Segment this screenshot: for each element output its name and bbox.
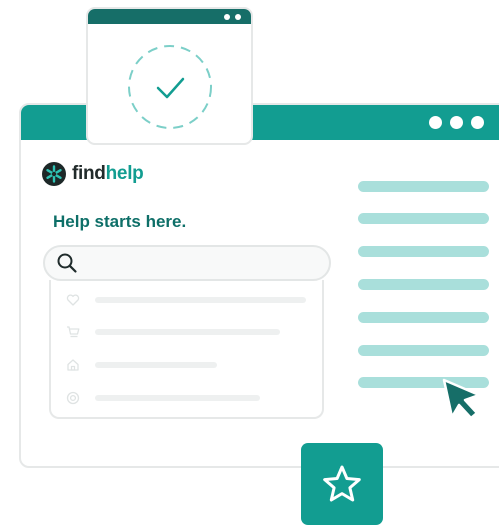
logo-word-help: help: [105, 163, 144, 184]
window-control-dot[interactable]: [235, 13, 241, 20]
search-input[interactable]: [43, 245, 331, 281]
heart-icon: [66, 294, 80, 306]
confirmation-window: [86, 7, 253, 145]
list-item-placeholder: [95, 395, 260, 401]
confirmation-window-title-bar: [88, 9, 251, 24]
star-icon: [323, 465, 361, 502]
list-item[interactable]: [66, 391, 260, 405]
content-line: [358, 345, 489, 356]
list-item-placeholder: [95, 362, 217, 368]
window-controls: [429, 105, 499, 140]
logo-word-find: find: [72, 163, 106, 184]
list-item[interactable]: [66, 325, 280, 339]
content-line: [358, 312, 489, 323]
content-line: [358, 246, 489, 257]
list-item-placeholder: [95, 297, 306, 303]
window-control-dot[interactable]: [471, 116, 484, 129]
logo-wordmark: findhelp: [72, 163, 144, 185]
window-control-dot[interactable]: [429, 116, 442, 129]
page-tagline: Help starts here.: [53, 212, 187, 231]
search-suggestions-dropdown: [49, 280, 324, 419]
list-item[interactable]: [66, 358, 217, 372]
findhelp-logo-mark-icon: [42, 162, 66, 186]
window-control-dot[interactable]: [450, 116, 463, 129]
findhelp-logo[interactable]: findhelp: [42, 162, 144, 186]
search-icon[interactable]: [56, 252, 78, 274]
window-control-dot[interactable]: [224, 13, 230, 20]
favorite-button[interactable]: [301, 443, 383, 525]
home-icon: [67, 359, 79, 371]
pointer-cursor-icon: [442, 378, 481, 420]
cart-icon: [67, 326, 80, 338]
target-icon: [66, 391, 80, 405]
list-item[interactable]: [66, 293, 306, 307]
check-circle-icon: [128, 45, 212, 129]
content-line: [358, 181, 489, 192]
content-line: [358, 279, 489, 290]
content-line: [358, 213, 489, 224]
confirmation-window-controls: [224, 9, 241, 24]
list-item-placeholder: [95, 329, 280, 335]
